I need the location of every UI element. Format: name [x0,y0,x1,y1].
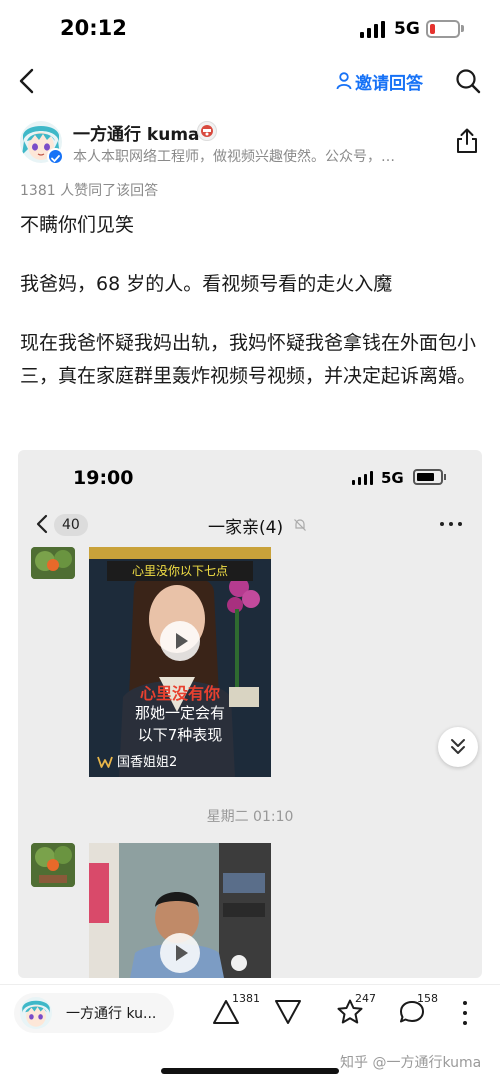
triangle-down-icon [275,1000,301,1024]
chat-timestamp: 星期二 01:10 [206,809,294,825]
video-message[interactable] [89,843,271,978]
embedded-unread-count: 40 [54,514,88,536]
embedded-signal-icon [352,471,374,485]
back-button[interactable] [16,66,40,96]
chevron-left-icon [19,68,34,94]
answer-paragraph: 现在我爸怀疑我妈出轨，我妈怀疑我爸拿钱在外面包小三，真在家庭群里轰炸视频号视频，… [20,332,477,387]
embedded-group-title: 一家亲(4) [208,518,284,538]
video-red-caption: 心里没有你 [139,684,220,703]
author-badge-icon [197,121,217,141]
share-icon [457,128,477,153]
likes-summary: 1381 人赞同了该回答 [20,183,159,199]
invite-answer-button[interactable]: 邀请回答 [336,68,423,94]
play-icon[interactable] [160,621,200,661]
comment-count: 158 [417,992,438,1005]
video-source-name: 国香姐姐2 [117,755,178,770]
upvote-count: 1381 [232,992,260,1005]
channels-logo-icon [97,753,113,768]
embedded-status-time: 19:00 [73,467,134,489]
member-avatar [31,843,75,887]
author-name[interactable]: 一方通行 kuma [73,120,200,145]
person-icon [336,72,352,90]
answer-paragraph: 不瞒你们见笑 [20,214,135,236]
video-message[interactable]: 心里没你以下七点 心里没有你 那她一定会有 以下7种表现 国香姐姐2 [89,547,271,777]
scroll-down-button[interactable] [438,727,478,767]
home-indicator [161,1068,339,1074]
share-button[interactable] [455,128,479,154]
network-label: 5G [394,19,420,39]
search-icon [456,69,481,94]
invite-answer-label: 邀请回答 [355,73,423,94]
status-bar: 20:12 5G [0,0,500,60]
member-avatar [31,547,75,579]
author-description: 本人本职网络工程师，做视频兴趣使然。公众号，… [73,149,395,165]
author-chip-name: 一方通行 ku... [66,1006,157,1022]
downvote-button[interactable] [274,999,304,1027]
search-button[interactable] [455,68,481,94]
video-caption-line: 以下7种表现 [137,726,223,744]
author-avatar [20,997,52,1029]
more-options-icon[interactable] [462,1001,468,1025]
favorite-count: 247 [355,992,376,1005]
play-icon[interactable] [160,933,200,973]
video-caption-line: 那她一定会有 [134,704,225,722]
answer-paragraph: 我爸妈，68 岁的人。看视频号看的走火入魔 [20,273,393,295]
signal-icon [360,21,386,38]
double-chevron-down-icon [451,739,465,754]
battery-icon [426,20,460,38]
mute-bell-icon [293,517,307,531]
embedded-screenshot[interactable]: 19:00 5G 40 一家亲(4) 心里没你以下七点 心里没有你 那她一定会有… [18,450,482,978]
status-time: 20:12 [60,16,127,40]
embedded-more-icon [440,522,462,528]
embedded-network-label: 5G [381,469,404,487]
zhihu-watermark: 知乎 @一方通行kuma [340,1055,482,1071]
embedded-back-icon [35,513,49,535]
video-top-caption: 心里没你以下七点 [107,561,253,581]
embedded-battery-icon [413,469,443,485]
bottom-action-bar: 一方通行 ku... 1381 247 158 知乎 @一方通行kuma [0,984,500,1082]
author-chip[interactable]: 一方通行 ku... [14,993,174,1033]
verified-badge-icon [47,148,64,165]
